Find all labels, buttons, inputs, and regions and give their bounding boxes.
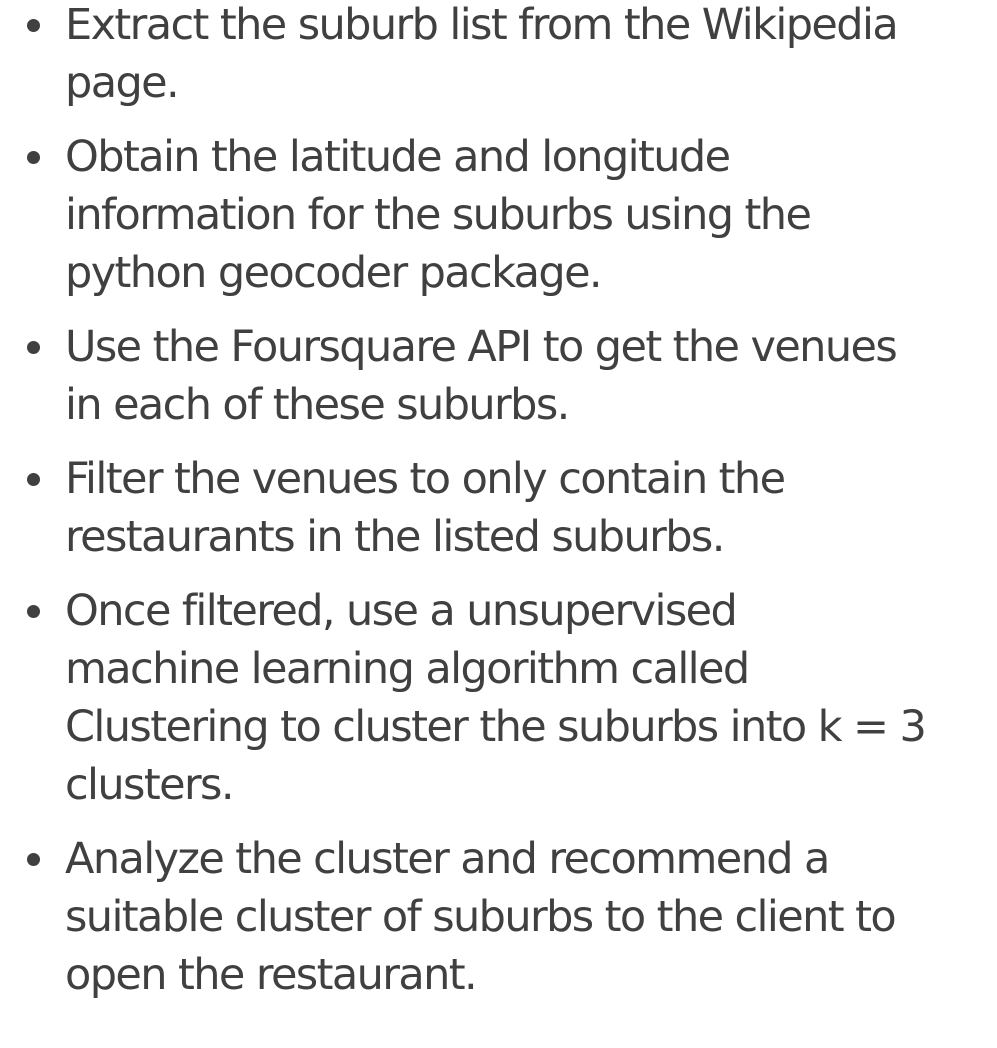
bullet-item: Use the Foursquare API to get the venues… — [20, 318, 995, 434]
bullet-item: Analyze the cluster and recommend a suit… — [20, 830, 995, 1004]
bullet-line: Analyze the cluster and recommend a — [65, 834, 830, 884]
bullet-dot-icon — [27, 151, 40, 164]
bullet-item: Obtain the latitude and longitude inform… — [20, 128, 995, 302]
bullet-item: Extract the suburb list from the Wikiped… — [20, 0, 995, 112]
bullet-line: restaurants in the listed suburbs. — [65, 512, 725, 562]
bullet-line: open the restaurant. — [65, 950, 478, 1000]
bullet-line: Filter the venues to only contain the — [65, 454, 786, 504]
bullet-line: suitable cluster of suburbs to the clien… — [65, 892, 897, 942]
bullet-item: Filter the venues to only contain the re… — [20, 450, 995, 566]
bullet-item: Once filtered, use a unsupervised machin… — [20, 582, 995, 814]
bullet-line: Once filtered, use a unsupervised — [65, 586, 738, 636]
bullet-dot-icon — [27, 605, 40, 618]
bullet-line: in each of these suburbs. — [65, 380, 570, 430]
bullet-line: python geocoder package. — [65, 248, 603, 298]
bullet-dot-icon — [27, 341, 40, 354]
bullet-dot-icon — [27, 853, 40, 866]
bullet-line: Use the Foursquare API to get the venues — [65, 322, 898, 372]
bullet-line: Clustering to cluster the suburbs into k… — [65, 702, 927, 752]
bullet-line: clusters. — [65, 760, 235, 810]
bullet-line: Obtain the latitude and longitude — [65, 132, 731, 182]
bullet-line: Extract the suburb list from the Wikiped… — [65, 0, 899, 50]
bullet-list: Extract the suburb list from the Wikiped… — [20, 0, 995, 1020]
slide: Extract the suburb list from the Wikiped… — [0, 0, 997, 1048]
bullet-line: information for the suburbs using the — [65, 190, 812, 240]
bullet-line: machine learning algorithm called — [65, 644, 750, 694]
bullet-line: page. — [65, 58, 180, 108]
bullet-dot-icon — [27, 19, 40, 32]
bullet-dot-icon — [27, 473, 40, 486]
